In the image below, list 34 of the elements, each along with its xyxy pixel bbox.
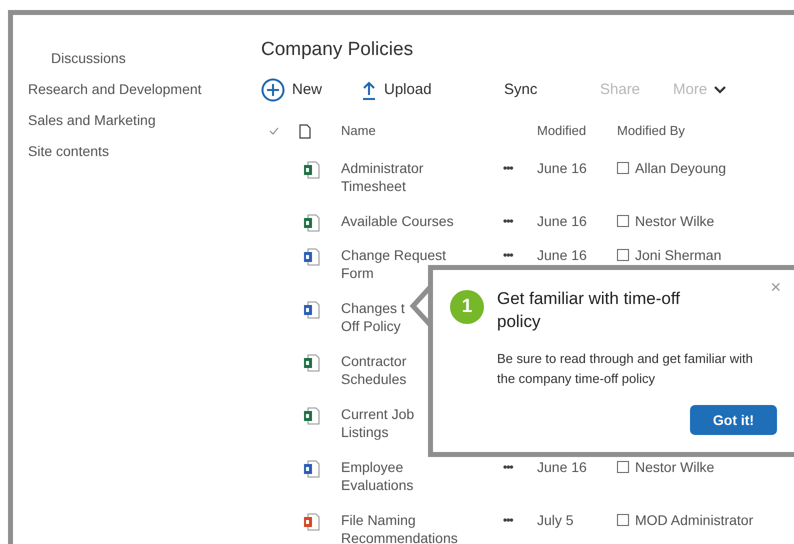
modified-date: July 5 <box>537 511 575 529</box>
more-options[interactable]: ••• <box>503 159 537 177</box>
more-options[interactable]: ••• <box>503 458 537 476</box>
page-title: Company Policies <box>261 38 414 62</box>
more-options[interactable]: ••• <box>503 246 537 264</box>
column-header[interactable]: Modified By <box>617 121 794 141</box>
column-header[interactable]: Name <box>341 121 503 141</box>
more-options[interactable]: ••• <box>503 511 537 529</box>
popover-body: Be sure to read through and get familiar with the company time-off policy <box>497 350 754 388</box>
upload-button[interactable]: Upload <box>361 78 432 102</box>
modified-date: June 16 <box>537 159 588 177</box>
sidebar-link[interactable]: Discussions <box>28 48 261 68</box>
file-name[interactable]: Available Courses <box>341 212 503 230</box>
more-options[interactable]: ••• <box>503 212 537 230</box>
file-name[interactable]: Administrator Timesheet <box>341 159 503 195</box>
popover-title: Get familiar with time-off policy <box>497 288 681 333</box>
sidebar-link[interactable]: Research and Development <box>28 79 261 99</box>
sidebar-link[interactable]: Sales and Marketing <box>28 110 261 130</box>
modified-by: Joni Sherman <box>635 246 722 264</box>
modified-by: Allan Deyoung <box>635 159 726 177</box>
got-it-button[interactable]: Got it! <box>690 405 777 435</box>
modified-date: June 16 <box>537 212 588 230</box>
modified-by: Nestor Wilke <box>635 458 714 476</box>
modified-by: MOD Administrator <box>635 511 754 529</box>
file-name[interactable]: Employee Evaluations <box>341 458 503 494</box>
modified-date: June 16 <box>537 246 588 264</box>
modified-by: Nestor Wilke <box>635 212 714 230</box>
step-badge: 1 <box>450 290 484 324</box>
column-header[interactable]: Modified <box>537 121 617 141</box>
new-button[interactable]: New <box>261 78 322 102</box>
toolbar-button[interactable]: Sync <box>504 78 538 102</box>
modified-date: June 16 <box>537 458 588 476</box>
sidebar-link[interactable]: Site contents <box>28 141 261 161</box>
file-name[interactable]: File Naming Recommendations <box>341 511 503 544</box>
